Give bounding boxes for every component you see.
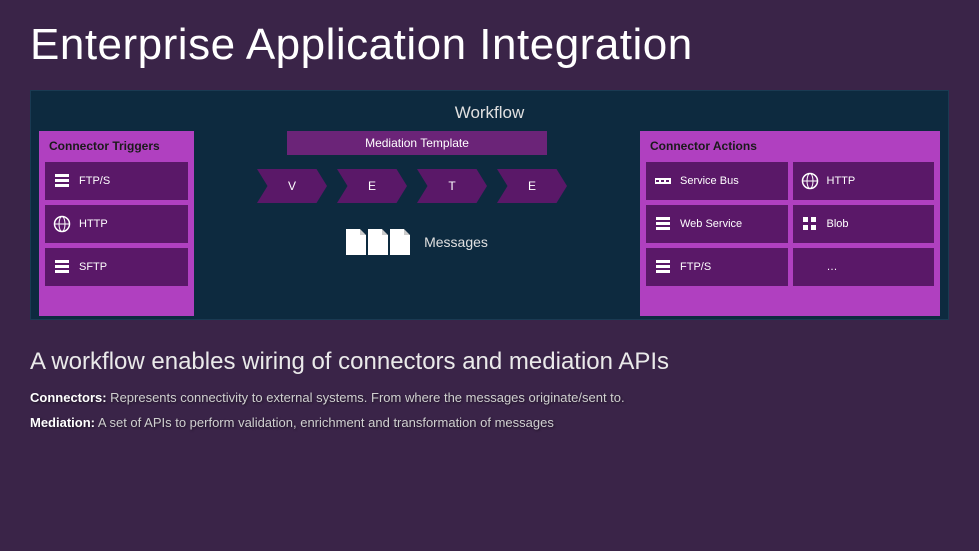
definition-term: Mediation: [30, 415, 95, 430]
blob-icon [801, 215, 819, 233]
action-item-web-service: Web Service [646, 205, 788, 243]
mediation-step-t: T [417, 169, 487, 203]
workflow-label: Workflow [39, 103, 940, 123]
trigger-item-http: HTTP [45, 205, 188, 243]
action-item-label: Blob [827, 218, 849, 230]
connector-actions-panel: Connector Actions Service Bus HTTP [640, 131, 940, 316]
globe-icon [53, 215, 71, 233]
trigger-item-label: SFTP [79, 261, 107, 273]
connector-actions-header: Connector Actions [646, 137, 934, 157]
connector-triggers-panel: Connector Triggers FTP/S HTTP [39, 131, 194, 316]
trigger-item-label: HTTP [79, 218, 108, 230]
trigger-item-label: FTP/S [79, 175, 110, 187]
trigger-item-sftp: SFTP [45, 248, 188, 286]
definition-connectors: Connectors: Represents connectivity to e… [30, 390, 949, 405]
messages-label: Messages [424, 234, 488, 250]
definition-mediation: Mediation: A set of APIs to perform vali… [30, 415, 949, 430]
server-icon [53, 258, 71, 276]
mediation-step-e2: E [497, 169, 567, 203]
mediation-step-v: V [257, 169, 327, 203]
documents-icon [346, 229, 410, 255]
connector-triggers-header: Connector Triggers [45, 137, 188, 157]
action-item-label: Service Bus [680, 175, 739, 187]
server-icon [654, 215, 672, 233]
mediation-steps: V E T E [257, 169, 577, 203]
action-item-service-bus: Service Bus [646, 162, 788, 200]
action-item-label: … [827, 261, 838, 273]
slide-subtitle: A workflow enables wiring of connectors … [30, 348, 949, 376]
definitions-block: Connectors: Represents connectivity to e… [30, 390, 949, 430]
definition-text: Represents connectivity to external syst… [107, 390, 625, 405]
mediation-template-header: Mediation Template [287, 131, 547, 155]
slide-title: Enterprise Application Integration [30, 20, 949, 70]
server-icon [53, 172, 71, 190]
workflow-diagram: Workflow Connector Triggers FTP/S HTTP [30, 90, 949, 320]
mediation-step-e: E [337, 169, 407, 203]
action-item-http: HTTP [793, 162, 935, 200]
action-item-label: Web Service [680, 218, 742, 230]
server-icon [654, 258, 672, 276]
none-icon [801, 258, 819, 276]
bus-icon [654, 172, 672, 190]
definition-term: Connectors: [30, 390, 107, 405]
workflow-center: Mediation Template V E T E Messages [198, 131, 636, 316]
action-item-ftps: FTP/S [646, 248, 788, 286]
action-item-label: HTTP [827, 175, 856, 187]
action-item-blob: Blob [793, 205, 935, 243]
globe-icon [801, 172, 819, 190]
trigger-item-ftps: FTP/S [45, 162, 188, 200]
action-item-label: FTP/S [680, 261, 711, 273]
definition-text: A set of APIs to perform validation, enr… [95, 415, 554, 430]
action-item-more: … [793, 248, 935, 286]
messages-row: Messages [346, 229, 488, 255]
